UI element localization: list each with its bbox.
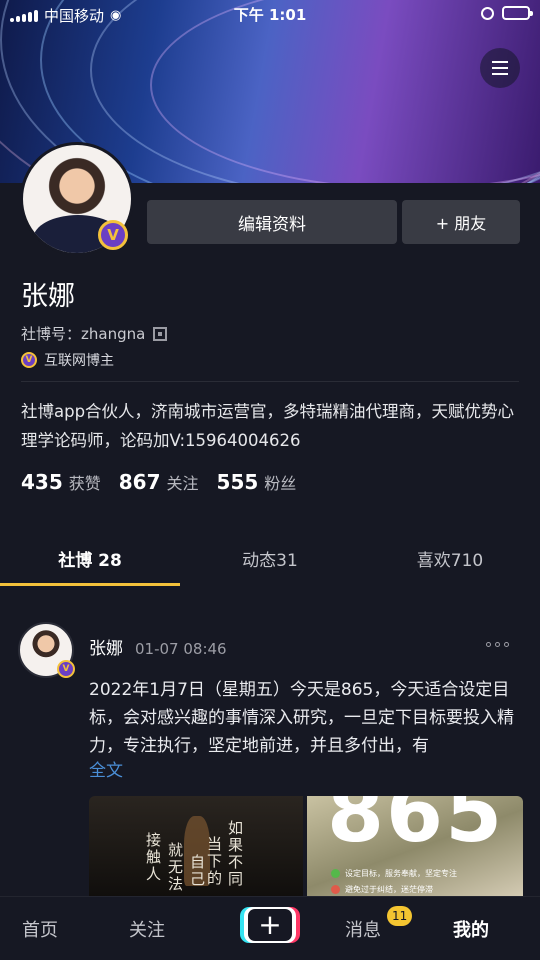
more-options-icon[interactable] (486, 642, 509, 647)
bottom-navigation: 首页 关注 + 消息 我的 (0, 896, 540, 960)
account-label: 社博号： (21, 325, 82, 343)
create-post-button[interactable]: + (244, 907, 296, 943)
stat-likes[interactable]: 435 获赞 (21, 470, 101, 494)
image1-text-col-1: 接触人 (144, 832, 162, 883)
status-time: 下午 1:01 (233, 6, 307, 24)
post-time: 01-07 08:46 (135, 640, 227, 658)
divider (21, 381, 519, 382)
edit-profile-button[interactable]: 编辑资料 (147, 200, 397, 244)
nav-me[interactable]: 我的 (453, 916, 489, 942)
alarm-icon (481, 6, 494, 20)
post-header: 张娜 01-07 08:46 (89, 634, 227, 659)
verified-small-icon: V (21, 352, 37, 368)
stat-followers[interactable]: 555 粉丝 (217, 470, 297, 494)
image2-line-2: 避免过于纠结，迷茫停滞 (331, 884, 433, 895)
tab-likes[interactable]: 喜欢710 (360, 530, 540, 586)
post-image-1[interactable]: 接触人 就无法 自己 当下的 如果不同 (89, 796, 303, 902)
stat-following[interactable]: 867 关注 (119, 470, 199, 494)
post-author[interactable]: 张娜 (89, 634, 123, 659)
add-friend-button[interactable]: + 朋友 (402, 200, 520, 244)
image1-text-col-5: 如果不同 (226, 820, 244, 888)
verified-row: V 互联网博主 (21, 350, 114, 370)
menu-icon (492, 61, 508, 63)
post-text[interactable]: 2022年1月7日（星期五）今天是865，今天适合设定目标，会对感兴趣的事情深入… (89, 676, 521, 760)
full-text-link[interactable]: 全文 (89, 756, 123, 781)
active-tab-indicator (0, 583, 180, 586)
tab-moments[interactable]: 动态31 (180, 530, 360, 586)
menu-button[interactable] (480, 48, 520, 88)
status-bar: 中国移动 ◉ 下午 1:01 (0, 0, 540, 30)
post-image-2[interactable]: 865 设定目标，服务奉献，坚定专注 避免过于纠结，迷茫停滞 (307, 796, 523, 902)
plus-icon: + (248, 909, 292, 941)
nav-following[interactable]: 关注 (129, 916, 165, 942)
image2-number: 865 (327, 796, 505, 861)
verified-text: 互联网博主 (44, 353, 114, 369)
tab-posts[interactable]: 社博 28 (0, 530, 180, 586)
post-verified-icon: V (57, 660, 75, 678)
image1-text-col-2: 就无法 (166, 842, 184, 893)
nav-home[interactable]: 首页 (22, 916, 58, 942)
profile-name: 张娜 (21, 281, 75, 312)
account-id-row[interactable]: 社博号：zhangna (21, 323, 168, 344)
nav-messages[interactable]: 消息 (345, 916, 381, 942)
image1-text-col-4: 当下的 (205, 836, 223, 887)
qr-code-icon[interactable] (153, 326, 168, 341)
message-count-badge: 11 (387, 906, 413, 926)
battery-icon (502, 6, 533, 20)
profile-stats: 435 获赞 867 关注 555 粉丝 (21, 470, 296, 494)
image2-line-1: 设定目标，服务奉献，坚定专注 (331, 868, 457, 879)
profile-bio: 社博app合伙人，济南城市运营官，多特瑞精油代理商，天赋优势心理学论码师，论码加… (21, 402, 515, 450)
verified-badge-icon: V (98, 220, 128, 250)
profile-tabs: 社博 28 动态31 喜欢710 (0, 530, 540, 586)
account-id: zhangna (81, 325, 146, 343)
